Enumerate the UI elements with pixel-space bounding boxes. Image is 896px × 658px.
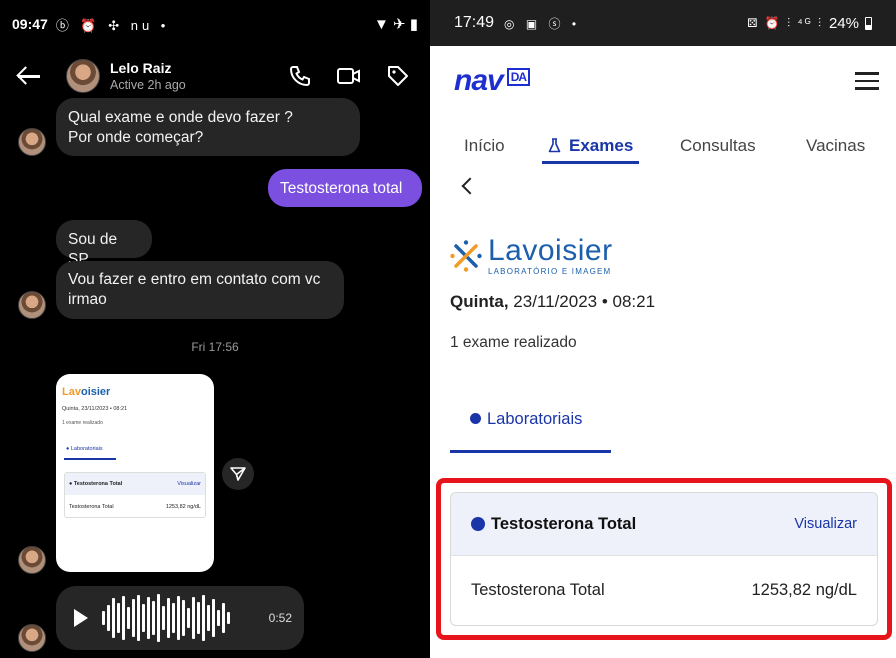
share-button[interactable] [222,458,254,490]
app-logo[interactable]: nav DA [454,64,531,98]
voice-duration: 0:52 [268,611,292,625]
status-right-icons: ▼ ✈ ▮ [373,16,418,33]
message-bubble[interactable]: Sou de SP [56,220,152,268]
mini-lab-logo: Lavoisier [62,386,111,398]
exam-title: Testosterona Total [491,514,637,533]
header-actions [288,64,430,88]
tab-exames[interactable]: Exames [548,136,633,156]
lab-subtitle: LABORATÓRIO E IMAGEM [488,267,612,276]
contact-active-status: Active 2h ago [110,78,186,92]
exam-date: Quinta, 23/11/2023 • 08:21 [450,292,656,311]
mini-exam-card: ● Testosterona Total Visualizar Testoster… [64,472,206,518]
tab-inicio[interactable]: Início [464,136,505,156]
mini-tab: ● Laboratoriais [66,446,103,452]
lavoisier-symbol-icon [450,240,482,272]
tab-consultas[interactable]: Consultas [680,136,756,156]
view-link[interactable]: Visualizar [794,516,857,532]
audio-waveform[interactable] [102,593,230,643]
menu-icon[interactable] [855,72,879,90]
exam-card: Testosterona Total Visualizar Testostero… [450,492,878,626]
contact-name: Lelo Raiz [110,60,172,76]
message-avatar[interactable] [18,546,46,574]
bullet-dot-icon [470,413,481,424]
exam-screen: 17:49 ◎ ▣ ⓢ • ⚄ ⏰ ⫶ ⁴ᴳ ⫶ 24% nav DA Iníci… [430,0,896,658]
battery-icon [865,16,872,30]
voice-message[interactable]: 0:52 [56,586,304,650]
exam-card-header: Testosterona Total Visualizar [451,493,877,555]
back-arrow-icon[interactable] [14,61,44,91]
lab-name: Lavoisier [488,234,613,267]
status-time: 17:49 [454,14,495,31]
exam-count: 1 exame realizado [450,334,577,351]
chat-timestamp: Fri 17:56 [191,340,239,354]
section-tab-underline [450,450,611,453]
status-time: 09:47 [12,16,48,32]
battery-percent: 24% [828,14,859,32]
tag-icon[interactable] [386,64,410,88]
message-avatar[interactable] [18,624,46,652]
mini-date: Quinta, 23/11/2023 • 08:21 [62,406,128,412]
result-value: 1253,82 ng/dL [751,581,857,599]
message-bubble-sent[interactable]: Testosterona total [268,169,422,207]
message-bubble[interactable]: Vou fazer e entro em contato com vc irma… [56,261,344,319]
status-bar-right: 17:49 ◎ ▣ ⓢ • ⚄ ⏰ ⫶ ⁴ᴳ ⫶ 24% [430,0,896,46]
bullet-dot-icon [471,517,485,531]
shared-screenshot[interactable]: Lavoisier Quinta, 23/11/2023 • 08:21 1 e… [56,374,214,572]
play-icon[interactable] [74,609,88,627]
contact-info[interactable]: Lelo Raiz Active 2h ago [110,60,186,92]
flask-icon [548,138,561,153]
message-avatar[interactable] [18,291,46,319]
lab-logo: Lavoisier LABORATÓRIO E IMAGEM [450,236,613,276]
message-avatar[interactable] [18,128,46,156]
send-icon [230,467,246,481]
status-right-icons: ⚄ ⏰ ⫶ ⁴ᴳ ⫶ [747,15,823,30]
chevron-left-icon[interactable] [461,177,479,195]
contact-avatar[interactable] [66,59,100,93]
status-icons: ◎ ▣ ⓢ • [504,16,581,31]
mini-count: 1 exame realizado [62,420,103,426]
exam-result-row: Testosterona Total 1253,82 ng/dL [451,555,877,625]
result-label: Testosterona Total [471,581,605,599]
active-tab-indicator [542,161,639,164]
video-camera-icon[interactable] [336,64,362,88]
message-bubble[interactable]: Qual exame e onde devo fazer ? Por onde … [56,98,360,156]
tab-laboratoriais[interactable]: Laboratoriais [470,410,582,429]
mini-tab-underline [64,458,116,460]
chat-header: Lelo Raiz Active 2h ago [0,48,430,104]
status-bar-left: 09:47 ⓑ ⏰ ✣ nu • ▼ ✈ ▮ [0,0,430,48]
tab-vacinas[interactable]: Vacinas [806,136,865,156]
status-icons: ⓑ ⏰ ✣ nu • [55,17,170,33]
main-tabs: Início Exames Consultas Vacinas [430,130,896,164]
phone-icon[interactable] [288,64,312,88]
chat-screen: 09:47 ⓑ ⏰ ✣ nu • ▼ ✈ ▮ Lelo Raiz Active … [0,0,430,658]
status-right: ⚄ ⏰ ⫶ ⁴ᴳ ⫶ 24% [747,15,872,32]
